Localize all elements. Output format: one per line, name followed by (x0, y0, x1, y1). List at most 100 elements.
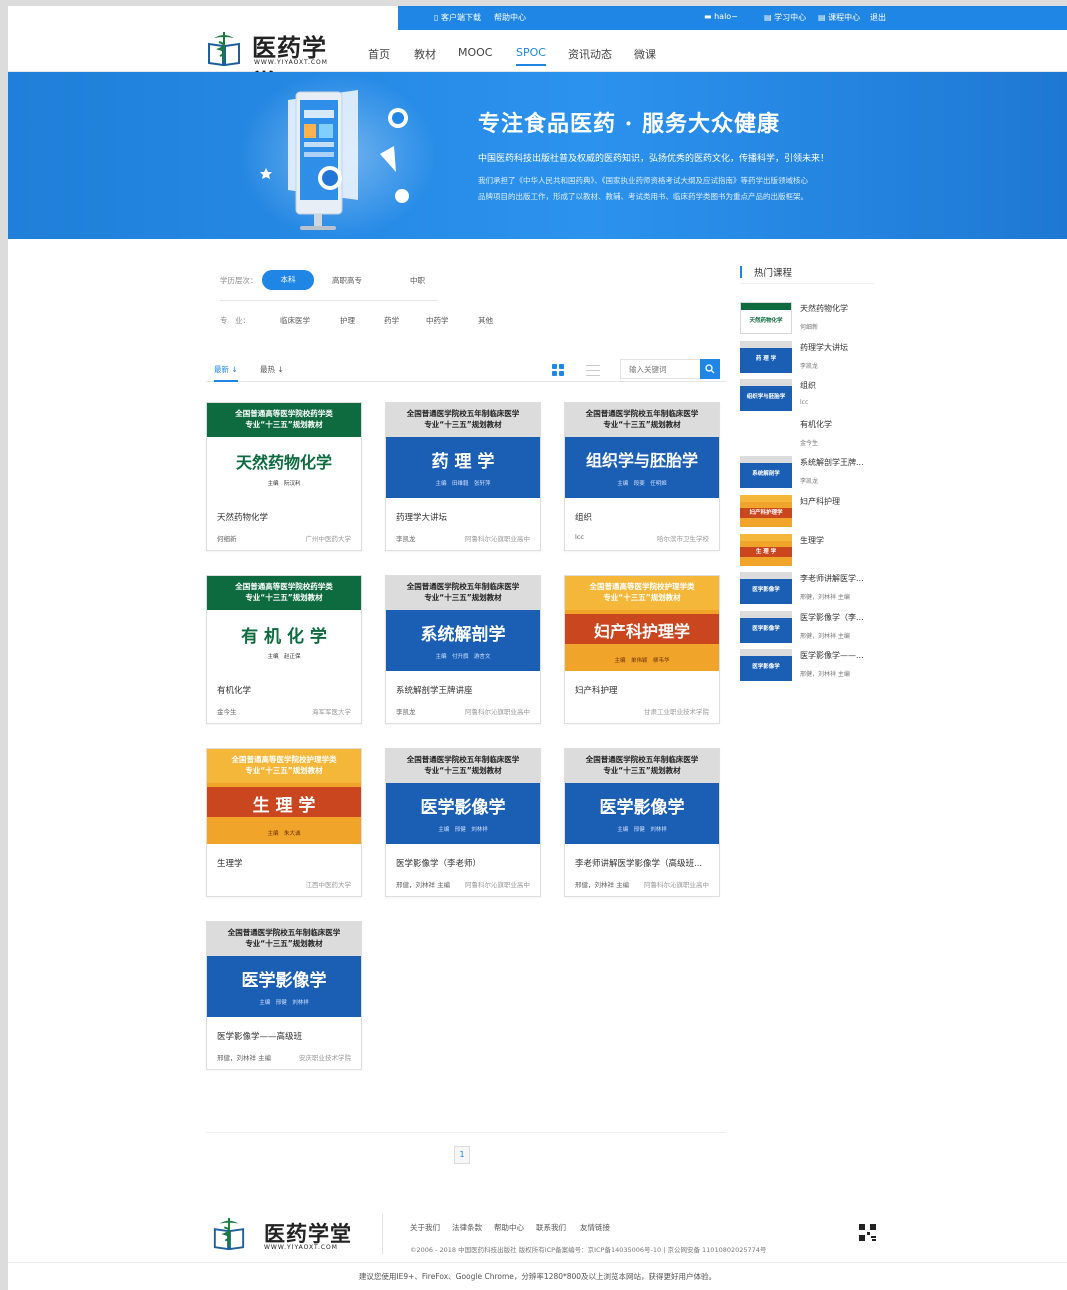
hot-course-item[interactable]: 药 理 学 药理学大讲坛 李凯龙 (740, 340, 876, 377)
hot-course-thumb-title: 妇产科护理学 (740, 508, 792, 518)
hot-course-item[interactable]: 妇产科护理学 妇产科护理 (740, 495, 876, 531)
hot-course-thumbnail[interactable]: 系统解剖学 (740, 456, 792, 489)
course-card[interactable]: 全国普通高等医学院校护理学类 专业“十三五”规划教材生 理 学主编 朱大诚生理学… (206, 748, 362, 897)
level-option-undergrad[interactable]: 本科 (262, 270, 314, 290)
hot-course-name[interactable]: 李老师讲解医学... (800, 573, 876, 584)
cover-editor: 主编 阮汉利 (267, 481, 301, 487)
user-menu[interactable]: ▬ halo~ (704, 12, 738, 21)
footer-link-help[interactable]: 帮助中心 (494, 1222, 524, 1233)
major-option-other[interactable]: 其他 (478, 315, 493, 326)
cover-editor: 主编 单伟颖 柳韦华 (614, 658, 670, 664)
nav-spoc[interactable]: SPOC (516, 46, 546, 59)
hot-course-item[interactable]: 有机化学 金今生 (740, 418, 876, 454)
hot-course-item[interactable]: 医学影像学 医学影像学——... 邢健，刘林祥 主编 (740, 649, 876, 685)
nav-mooc[interactable]: MOOC (458, 46, 493, 59)
footer-link-about[interactable]: 关于我们 (410, 1222, 440, 1233)
course-name[interactable]: 李老师讲解医学影像学（高级班... (575, 857, 711, 869)
course-cover[interactable]: 全国普通医学院校五年制临床医学 专业“十三五”规划教材药 理 学主编 田维毅 张… (386, 403, 540, 498)
course-cover[interactable]: 全国普通高等医学院校药学类 专业“十三五”规划教材 天然药物化学 主编 阮汉利 (207, 403, 361, 498)
top-utility-strip: ▯ 客户端下载 帮助中心 ▬ halo~ ▤ 学习中心 ▤ 课程中心 退出 (398, 6, 1067, 30)
hot-course-name[interactable]: 医学影像学——... (800, 650, 876, 661)
hot-course-thumbnail[interactable]: 天然药物化学 (740, 302, 792, 334)
course-center-link[interactable]: ▤ 课程中心 (818, 12, 860, 23)
course-card[interactable]: 全国普通高等医学院校护理学类 专业“十三五”规划教材 妇产科护理学 主编 单伟颖 柳… (564, 575, 720, 724)
course-card[interactable]: 全国普通医学院校五年制临床医学 专业“十三五”规划教材 医学影像学 主编 邢健 刘林… (206, 921, 362, 1070)
site-logo[interactable]: 医药学堂 WWW.YIYAOXT.COM (204, 28, 344, 97)
hot-course-item[interactable]: 组织学与胚胎学 组织 lcc (740, 379, 876, 415)
course-name[interactable]: 有机化学 (217, 684, 353, 696)
hot-course-thumbnail[interactable]: 药 理 学 (740, 340, 792, 373)
nav-textbooks[interactable]: 教材 (414, 46, 436, 62)
course-cover[interactable]: 全国普通医学院校五年制临床医学 专业“十三五”规划教材 医学影像学 主编 邢健 刘林… (386, 749, 540, 844)
hot-course-author: 李凯龙 (800, 362, 819, 370)
course-name[interactable]: 妇产科护理 (575, 684, 711, 696)
help-center-link[interactable]: 帮助中心 (494, 12, 526, 23)
hot-course-item[interactable]: 天然药物化学 天然药物化学 何细新 (740, 302, 876, 338)
nav-home[interactable]: 首页 (368, 46, 390, 62)
copyright: ©2006 - 2018 中国医药科技出版社 版权所有ICP备案编号：京ICP备… (410, 1246, 767, 1254)
course-name[interactable]: 医学影像学（李老师） (396, 857, 532, 869)
list-view-icon[interactable] (586, 364, 600, 377)
level-option-secondary[interactable]: 中职 (410, 275, 425, 286)
course-card[interactable]: 全国普通医学院校五年制临床医学 专业“十三五”规划教材药 理 学主编 田维毅 张… (385, 402, 541, 551)
course-card[interactable]: 全国普通高等医学院校药学类 专业“十三五”规划教材 天然药物化学 主编 阮汉利天然药… (206, 402, 362, 551)
hot-course-thumbnail[interactable]: 组织学与胚胎学 (740, 379, 792, 412)
hot-course-item[interactable]: 医学影像学 李老师讲解医学... 邢健，刘林祥 主编 (740, 572, 876, 608)
course-name[interactable]: 生理学 (217, 857, 353, 869)
course-school: 安庆职业技术学院 (299, 1054, 351, 1062)
grid-view-icon[interactable] (552, 364, 565, 377)
course-card[interactable]: 全国普通医学院校五年制临床医学 专业“十三五”规划教材 组织学与胚胎学 主编 段斐 … (564, 402, 720, 551)
course-name[interactable]: 组织 (575, 511, 711, 523)
nav-microcourse[interactable]: 微课 (634, 46, 656, 62)
search-button[interactable] (700, 359, 720, 379)
nav-news[interactable]: 资讯动态 (568, 46, 612, 62)
course-card[interactable]: 全国普通高等医学院校药学类 专业“十三五”规划教材有 机 化 学主编 赵正保有机… (206, 575, 362, 724)
hot-course-thumbnail[interactable]: 医学影像学 (740, 572, 792, 605)
hot-course-item[interactable]: 系统解剖学 系统解剖学王牌... 李凯龙 (740, 456, 876, 492)
footer-link-friends[interactable]: 友情链接 (580, 1222, 610, 1233)
hot-course-name[interactable]: 系统解剖学王牌... (800, 457, 876, 468)
hot-course-name[interactable]: 生理学 (800, 535, 876, 546)
hot-course-thumbnail[interactable]: 医学影像学 (740, 649, 792, 682)
major-option-nursing[interactable]: 护理 (340, 315, 355, 326)
hot-course-name[interactable]: 医学影像学（李... (800, 612, 876, 623)
hot-course-name[interactable]: 有机化学 (800, 419, 876, 430)
learning-center-link[interactable]: ▤ 学习中心 (764, 12, 806, 23)
course-card[interactable]: 全国普通医学院校五年制临床医学 专业“十三五”规划教材 系统解剖学 主编 付升旗 游… (385, 575, 541, 724)
hot-course-item[interactable]: 生 理 学生理学 (740, 533, 876, 570)
footer-link-legal[interactable]: 法律条款 (452, 1222, 482, 1233)
major-option-pharmacy[interactable]: 药学 (384, 315, 399, 326)
course-card[interactable]: 全国普通医学院校五年制临床医学 专业“十三五”规划教材 医学影像学 主编 邢健 刘林… (564, 748, 720, 897)
sort-hottest[interactable]: 最热 ↓ (260, 364, 284, 375)
hot-course-thumbnail[interactable]: 妇产科护理学 (740, 495, 792, 527)
page-1-button[interactable]: 1 (454, 1146, 470, 1164)
major-option-clinical[interactable]: 临床医学 (280, 315, 310, 326)
major-option-tcm-pharmacy[interactable]: 中药学 (426, 315, 449, 326)
course-cover[interactable]: 全国普通医学院校五年制临床医学 专业“十三五”规划教材 系统解剖学 主编 付升旗 游… (386, 576, 540, 671)
client-download-link[interactable]: ▯ 客户端下载 (434, 12, 481, 23)
hot-course-thumbnail[interactable]: 生 理 学 (740, 533, 792, 566)
hot-course-thumbnail[interactable]: 医学影像学 (740, 610, 792, 643)
course-cover[interactable]: 全国普通医学院校五年制临床医学 专业“十三五”规划教材 医学影像学 主编 邢健 刘林… (565, 749, 719, 844)
course-cover[interactable]: 全国普通医学院校五年制临床医学 专业“十三五”规划教材 组织学与胚胎学 主编 段斐 … (565, 403, 719, 498)
course-cover[interactable]: 全国普通高等医学院校护理学类 专业“十三五”规划教材 妇产科护理学 主编 单伟颖 柳… (565, 576, 719, 671)
footer-link-contact[interactable]: 联系我们 (536, 1222, 566, 1233)
course-name[interactable]: 药理学大讲坛 (396, 511, 532, 523)
qr-code-icon[interactable] (859, 1224, 876, 1241)
logout-link[interactable]: 退出 (870, 12, 886, 23)
hot-course-item[interactable]: 医学影像学 医学影像学（李... 邢健，刘林祥 主编 (740, 610, 876, 647)
course-cover[interactable]: 全国普通高等医学院校护理学类 专业“十三五”规划教材生 理 学主编 朱大诚 (207, 749, 361, 844)
hot-course-name[interactable]: 药理学大讲坛 (800, 342, 876, 353)
course-name[interactable]: 天然药物化学 (217, 511, 353, 523)
hot-course-name[interactable]: 天然药物化学 (800, 303, 876, 314)
hot-course-name[interactable]: 妇产科护理 (800, 496, 876, 507)
course-cover[interactable]: 全国普通医学院校五年制临床医学 专业“十三五”规划教材 医学影像学 主编 邢健 刘林… (207, 922, 361, 1017)
course-name[interactable]: 医学影像学——高级班 (217, 1030, 353, 1042)
course-cover[interactable]: 全国普通高等医学院校药学类 专业“十三五”规划教材有 机 化 学主编 赵正保 (207, 576, 361, 671)
course-card[interactable]: 全国普通医学院校五年制临床医学 专业“十三五”规划教材 医学影像学 主编 邢健 刘林… (385, 748, 541, 897)
search-input[interactable] (621, 360, 703, 378)
course-name[interactable]: 系统解剖学王牌讲座 (396, 684, 532, 696)
level-option-vocational[interactable]: 高职高专 (332, 275, 362, 286)
sort-latest[interactable]: 最新 ↓ (214, 364, 238, 382)
hot-course-name[interactable]: 组织 (800, 380, 876, 391)
